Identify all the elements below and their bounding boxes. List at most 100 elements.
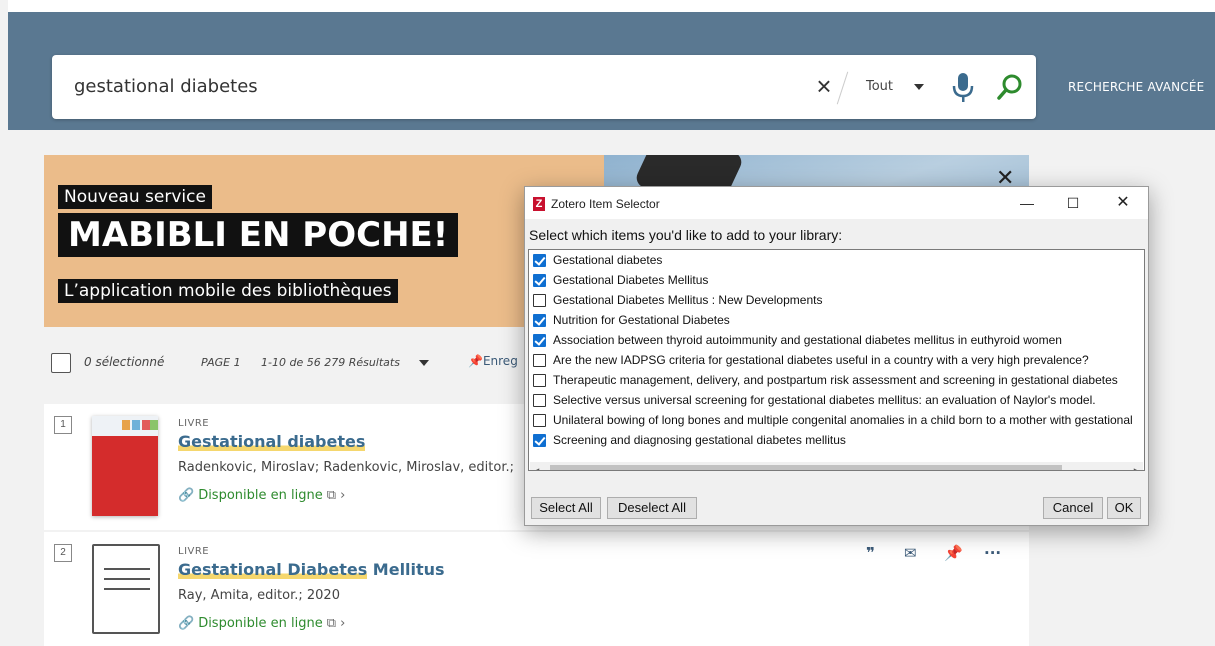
item-row[interactable]: Selective versus universal screening for… <box>533 391 1144 411</box>
item-label: Are the new IADPSG criteria for gestatio… <box>553 353 1089 367</box>
item-checkbox[interactable] <box>533 374 546 387</box>
item-row[interactable]: Association between thyroid autoimmunity… <box>533 331 1144 351</box>
item-list: Gestational diabetes Gestational Diabetes… <box>528 249 1145 471</box>
item-checkbox[interactable] <box>533 254 546 267</box>
selected-count: 0 sélectionné <box>84 355 165 369</box>
select-all-checkbox[interactable] <box>51 353 71 373</box>
header-top-strip <box>8 0 1215 12</box>
item-label: Association between thyroid autoimmunity… <box>553 333 1062 347</box>
dialog-prompt: Select which items you'd like to add to … <box>529 227 843 243</box>
item-label: Nutrition for Gestational Diabetes <box>553 313 730 327</box>
horizontal-scrollbar[interactable]: ◂ ▸ <box>530 462 1143 470</box>
item-label: Gestational diabetes <box>553 253 663 267</box>
more-options-icon[interactable]: ··· <box>984 544 1001 562</box>
external-link-icon: ⧉ › <box>326 616 346 631</box>
dialog-titlebar[interactable]: Z Zotero Item Selector — ☐ ✕ <box>525 187 1148 219</box>
result-title[interactable]: Gestational diabetes <box>178 432 366 451</box>
item-checkbox[interactable] <box>533 414 546 427</box>
availability-link[interactable]: 🔗 Disponible en ligne ⧉ › <box>178 616 345 631</box>
item-row[interactable]: Gestational diabetes <box>533 251 1144 271</box>
promo-tag: Nouveau service <box>58 185 212 209</box>
item-checkbox[interactable] <box>533 434 546 447</box>
result-author: Ray, Amita, editor.; 2020 <box>178 588 340 603</box>
search-box: gestational diabetes × Tout <box>52 55 1036 119</box>
item-row[interactable]: Therapeutic management, delivery, and po… <box>533 371 1144 391</box>
result-number[interactable]: 2 <box>54 544 72 562</box>
microphone-icon[interactable] <box>952 72 974 104</box>
item-checkbox[interactable] <box>533 354 546 367</box>
result-type: LIVRE <box>178 418 210 429</box>
cite-icon[interactable]: ❞ <box>866 544 875 562</box>
zotero-item-selector-dialog: Z Zotero Item Selector — ☐ ✕ Select whic… <box>524 186 1149 526</box>
book-placeholder-icon[interactable] <box>92 544 160 634</box>
item-label: Screening and diagnosing gestational dia… <box>553 433 846 447</box>
item-row[interactable]: Unilateral bowing of long bones and mult… <box>533 411 1144 431</box>
search-scope-select[interactable]: Tout <box>866 55 893 119</box>
link-icon: 🔗 <box>178 488 195 503</box>
maximize-icon[interactable]: ☐ <box>1053 191 1093 215</box>
pin-icon: 📌 <box>468 354 483 368</box>
ok-button[interactable]: OK <box>1107 497 1141 519</box>
page-indicator: PAGE 1 <box>201 356 241 369</box>
availability-label: Disponible en ligne <box>198 616 323 631</box>
minimize-icon[interactable]: — <box>1007 191 1047 215</box>
availability-label: Disponible en ligne <box>198 488 323 503</box>
item-row[interactable]: Gestational Diabetes Mellitus <box>533 271 1144 291</box>
item-checkbox[interactable] <box>533 314 546 327</box>
scroll-left-icon[interactable]: ◂ <box>530 462 544 470</box>
item-row[interactable]: Nutrition for Gestational Diabetes <box>533 311 1144 331</box>
deselect-all-button[interactable]: Deselect All <box>607 497 697 519</box>
zotero-logo-icon: Z <box>533 197 545 211</box>
scrollbar-thumb[interactable] <box>550 465 1062 470</box>
item-row[interactable]: Screening and diagnosing gestational dia… <box>533 431 1144 451</box>
promo-subtitle: L’application mobile des bibliothèques <box>58 279 398 303</box>
results-count: 1-10 de 56 279 Résultats <box>261 356 400 369</box>
item-checkbox[interactable] <box>533 334 546 347</box>
email-icon[interactable]: ✉ <box>904 544 917 562</box>
save-query-button[interactable]: 📌Enreg <box>468 354 518 368</box>
link-icon: 🔗 <box>178 616 195 631</box>
item-label: Gestational Diabetes Mellitus <box>553 273 709 287</box>
scope-dropdown-icon[interactable] <box>914 84 924 90</box>
item-checkbox[interactable] <box>533 394 546 407</box>
item-row[interactable]: Are the new IADPSG criteria for gestatio… <box>533 351 1144 371</box>
title-highlight: Gestational diabetes <box>178 432 366 451</box>
title-rest: Mellitus <box>367 560 445 579</box>
item-label: Therapeutic management, delivery, and po… <box>553 373 1118 387</box>
title-highlight: Gestational Diabetes <box>178 560 368 579</box>
search-divider <box>836 71 849 105</box>
result-title[interactable]: Gestational Diabetes Mellitus <box>178 560 445 579</box>
result-number[interactable]: 1 <box>54 416 72 434</box>
promo-title: MABIBLI EN POCHE! <box>58 213 459 257</box>
search-icon[interactable] <box>996 73 1024 101</box>
pin-icon[interactable]: 📌 <box>944 544 963 562</box>
cover-line <box>104 588 150 590</box>
search-input[interactable]: gestational diabetes <box>74 55 258 119</box>
result-author: Radenkovic, Miroslav; Radenkovic, Mirosl… <box>178 460 515 475</box>
cover-band <box>92 416 158 436</box>
item-row[interactable]: Gestational Diabetes Mellitus : New Deve… <box>533 291 1144 311</box>
item-checkbox[interactable] <box>533 294 546 307</box>
availability-link[interactable]: 🔗 Disponible en ligne ⧉ › <box>178 488 345 503</box>
result-type: LIVRE <box>178 546 210 557</box>
book-cover-thumbnail[interactable] <box>92 416 158 516</box>
site-header: gestational diabetes × Tout RECHERCHE AV… <box>8 12 1215 130</box>
clear-search-icon[interactable]: × <box>814 73 834 99</box>
item-label: Gestational Diabetes Mellitus : New Deve… <box>553 293 823 307</box>
external-link-icon: ⧉ › <box>326 488 346 503</box>
scroll-right-icon[interactable]: ▸ <box>1129 462 1143 470</box>
item-label: Selective versus universal screening for… <box>553 393 1096 407</box>
dialog-title: Zotero Item Selector <box>551 197 660 211</box>
results-sort-dropdown-icon[interactable] <box>419 360 429 366</box>
result-actions: ❞ ✉ 📌 ··· <box>864 544 1014 566</box>
cover-line <box>104 578 150 580</box>
cancel-button[interactable]: Cancel <box>1043 497 1103 519</box>
close-icon[interactable]: ✕ <box>1103 191 1143 215</box>
item-checkbox[interactable] <box>533 274 546 287</box>
advanced-search-link[interactable]: RECHERCHE AVANCÉE <box>1068 80 1204 94</box>
result-item: 2 LIVRE Gestational Diabetes Mellitus Ra… <box>44 532 1029 646</box>
item-label: Unilateral bowing of long bones and mult… <box>553 413 1133 427</box>
save-query-label: Enreg <box>482 354 518 368</box>
cover-line <box>104 568 150 570</box>
select-all-button[interactable]: Select All <box>531 497 601 519</box>
